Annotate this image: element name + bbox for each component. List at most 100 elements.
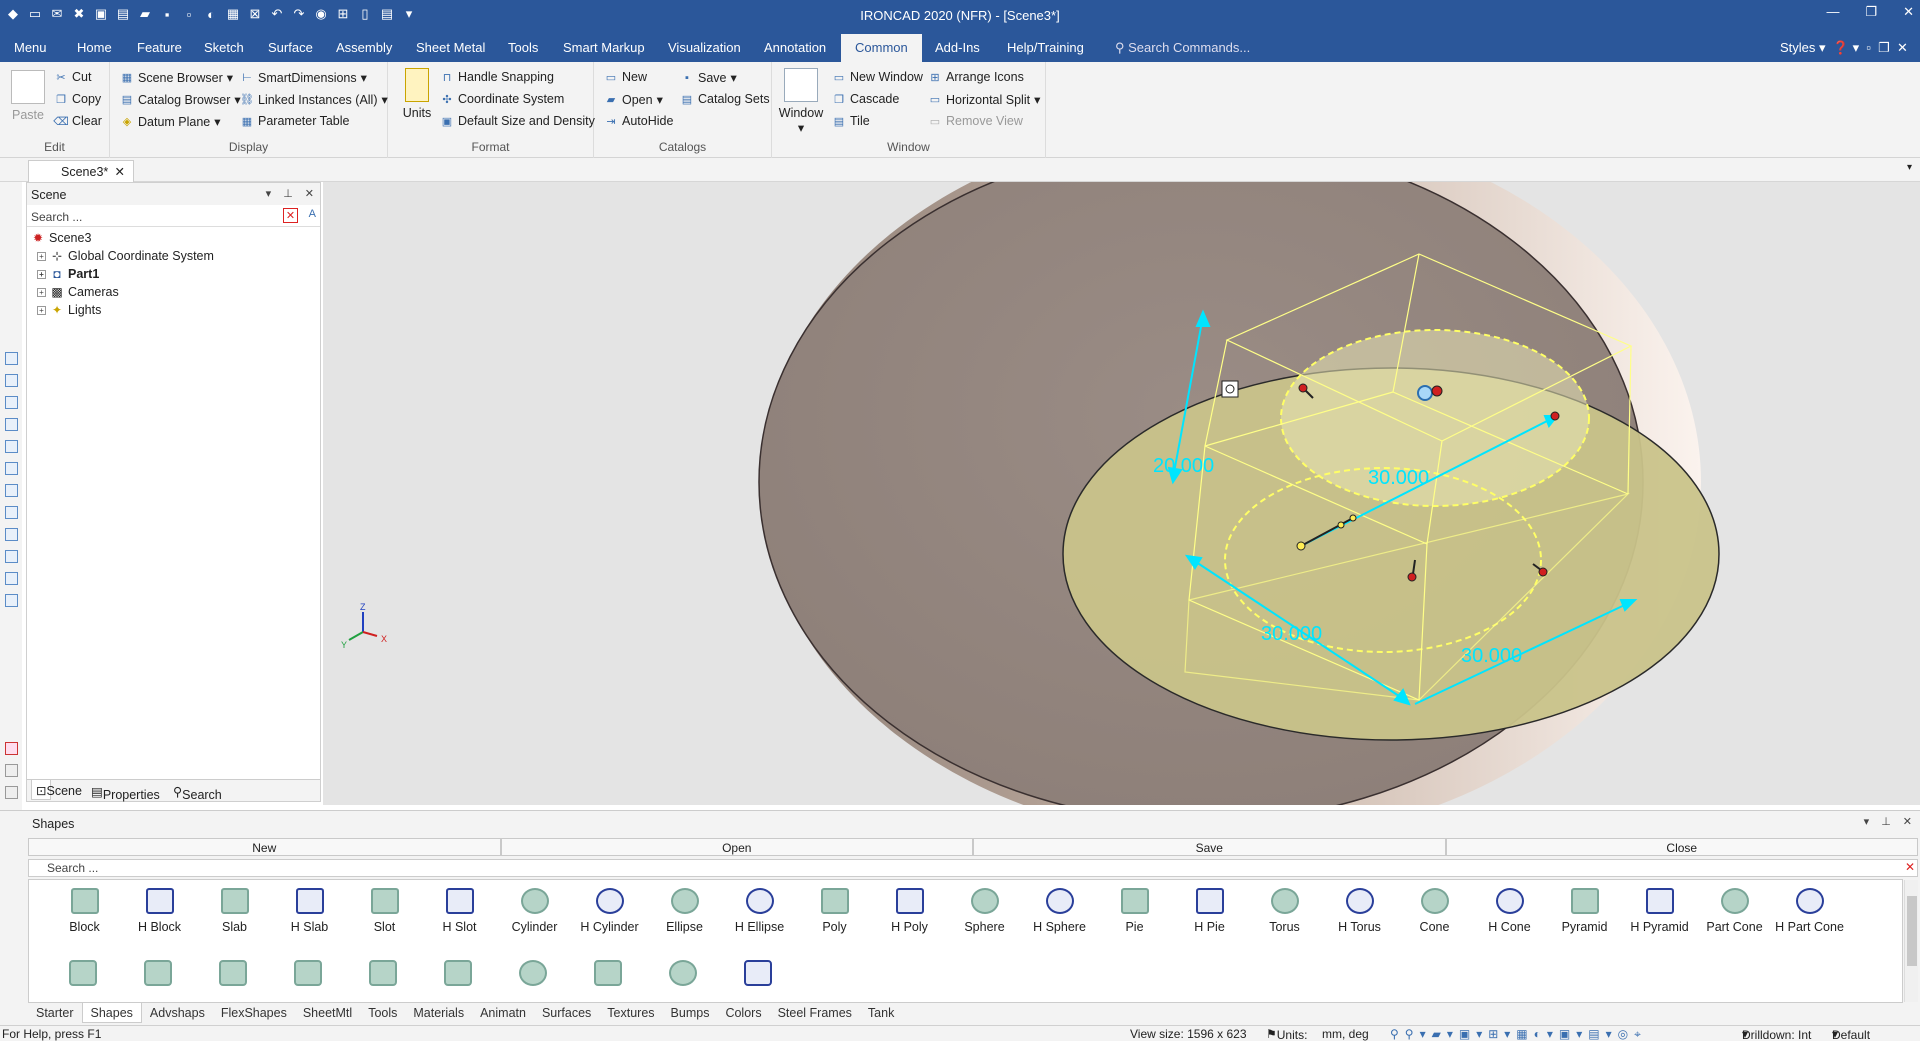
- tree-item-global-coordinate-system[interactable]: + ⊹ Global Coordinate System: [37, 249, 214, 263]
- tab-common[interactable]: Common: [841, 34, 922, 62]
- catalog-open-button[interactable]: Open: [500, 838, 973, 856]
- tab-surface[interactable]: Surface: [268, 40, 313, 55]
- scene-browser-button[interactable]: ▦ Scene Browser ▾: [120, 70, 233, 86]
- view-tool-2-icon[interactable]: [5, 374, 18, 387]
- right-dimension-value[interactable]: 30.000: [1461, 645, 1522, 667]
- advanced-shape-3-icon[interactable]: [219, 960, 247, 986]
- shape-item-slab[interactable]: Slab: [197, 888, 272, 934]
- style-dropdown[interactable]: Default ▾: [1832, 1027, 1870, 1042]
- shape-item-h-slot[interactable]: H Slot: [422, 888, 497, 934]
- tab-help-training[interactable]: Help/Training: [1007, 40, 1084, 55]
- category-tab-steel-frames[interactable]: Steel Frames: [770, 1003, 860, 1023]
- sketch-tool-2-icon[interactable]: [5, 764, 18, 777]
- category-tab-flexshapes[interactable]: FlexShapes: [213, 1003, 295, 1023]
- shape-item-h-block[interactable]: H Block: [122, 888, 197, 934]
- category-tab-bumps[interactable]: Bumps: [663, 1003, 718, 1023]
- expand-icon[interactable]: +: [37, 305, 46, 315]
- sketch-tool-3-icon[interactable]: [5, 786, 18, 799]
- shape-item-pyramid[interactable]: Pyramid: [1547, 888, 1622, 934]
- autohide-button[interactable]: ⇥ AutoHide: [604, 114, 673, 128]
- drilldown-dropdown[interactable]: Drilldown: Int ▾: [1742, 1027, 1811, 1042]
- viewport-canvas[interactable]: 20.000 30.000 30.000 30.000 Z Y X: [323, 182, 1920, 805]
- tree-item-lights[interactable]: + ✦ Lights: [37, 303, 101, 317]
- catalog-close-button[interactable]: Close: [1445, 838, 1918, 856]
- shapes-search-input[interactable]: Search ... ✕: [28, 859, 1918, 877]
- clear-button[interactable]: ⌫ Clear: [53, 114, 102, 128]
- shape-item-sphere[interactable]: Sphere: [947, 888, 1022, 934]
- parameter-table-button[interactable]: ▦ Parameter Table: [240, 114, 350, 128]
- scene-search-input[interactable]: Search ... ✕ A: [27, 207, 320, 227]
- units-button[interactable]: Units: [400, 68, 434, 120]
- expand-icon[interactable]: +: [37, 269, 46, 279]
- advanced-shape-6-icon[interactable]: [444, 960, 472, 986]
- paste-button[interactable]: Paste: [8, 70, 48, 122]
- tab-list-icon[interactable]: ▾: [1907, 162, 1912, 173]
- shape-item-h-poly[interactable]: H Poly: [872, 888, 947, 934]
- category-tab-animatn[interactable]: Animatn: [472, 1003, 534, 1023]
- expand-icon[interactable]: +: [37, 251, 46, 261]
- view-tool-7-icon[interactable]: [5, 484, 18, 497]
- shape-item-poly[interactable]: Poly: [797, 888, 872, 934]
- footer-tab-properties[interactable]: ▤ Properties: [91, 784, 160, 802]
- shape-item-ellipse[interactable]: Ellipse: [647, 888, 722, 934]
- category-tab-textures[interactable]: Textures: [599, 1003, 662, 1023]
- category-tab-starter[interactable]: Starter: [28, 1003, 82, 1023]
- clear-search-icon[interactable]: ✕: [1905, 860, 1915, 874]
- category-tab-advshaps[interactable]: Advshaps: [142, 1003, 213, 1023]
- 3d-viewport[interactable]: 20.000 30.000 30.000 30.000 Z Y X: [323, 182, 1920, 805]
- units-indicator[interactable]: ⚑ Units:: [1266, 1027, 1307, 1042]
- view-tool-12-icon[interactable]: [5, 594, 18, 607]
- shape-item-slot[interactable]: Slot: [347, 888, 422, 934]
- shape-item-h-cylinder[interactable]: H Cylinder: [572, 888, 647, 934]
- view-tool-1-icon[interactable]: [5, 352, 18, 365]
- tab-tools[interactable]: Tools: [508, 40, 538, 55]
- footer-tab-scene[interactable]: ⊡ Scene: [31, 780, 82, 800]
- shape-item-cylinder[interactable]: Cylinder: [497, 888, 572, 934]
- minimize-icon[interactable]: —: [1826, 4, 1839, 20]
- linked-instances-button[interactable]: ⛓ Linked Instances (All) ▾: [240, 92, 388, 108]
- remove-view-button[interactable]: ▭ Remove View: [928, 114, 1023, 128]
- tab-visualization[interactable]: Visualization: [668, 40, 741, 55]
- handle-snapping-button[interactable]: ⊓ Handle Snapping: [440, 70, 554, 84]
- document-tab-scene3[interactable]: Scene3* ✕: [28, 160, 134, 182]
- shape-item-part-cone[interactable]: Part Cone: [1697, 888, 1772, 934]
- tab-assembly[interactable]: Assembly: [336, 40, 392, 55]
- footer-tab-search[interactable]: ⚲ Search: [173, 784, 222, 802]
- shape-item-pie[interactable]: Pie: [1097, 888, 1172, 934]
- advanced-shape-10-icon[interactable]: [744, 960, 772, 986]
- advanced-shape-1-icon[interactable]: [69, 960, 97, 986]
- category-tab-materials[interactable]: Materials: [405, 1003, 472, 1023]
- category-tab-tools[interactable]: Tools: [360, 1003, 405, 1023]
- tile-button[interactable]: ▤ Tile: [832, 114, 870, 128]
- category-tab-surfaces[interactable]: Surfaces: [534, 1003, 599, 1023]
- shape-item-h-sphere[interactable]: H Sphere: [1022, 888, 1097, 934]
- scrollbar-thumb[interactable]: [1907, 896, 1917, 966]
- arrange-icons-button[interactable]: ⊞ Arrange Icons: [928, 70, 1023, 84]
- datum-plane-button[interactable]: ◈ Datum Plane ▾: [120, 114, 221, 130]
- tab-menu[interactable]: Menu: [14, 40, 47, 55]
- shape-item-h-torus[interactable]: H Torus: [1322, 888, 1397, 934]
- view-tool-10-icon[interactable]: [5, 550, 18, 563]
- advanced-shape-7-icon[interactable]: [519, 960, 547, 986]
- tab-smart-markup[interactable]: Smart Markup: [563, 40, 645, 55]
- left-dimension-value[interactable]: 30.000: [1261, 623, 1322, 645]
- styles-dropdown[interactable]: Styles ▾ ❓ ▾ ▫ ❐ ✕: [1780, 40, 1908, 56]
- tab-home[interactable]: Home: [77, 40, 112, 55]
- advanced-shape-9-icon[interactable]: [669, 960, 697, 986]
- panel-close-icon[interactable]: ✕: [305, 187, 314, 200]
- catalog-save-button[interactable]: ▪ Save ▾: [680, 70, 737, 86]
- advanced-shape-4-icon[interactable]: [294, 960, 322, 986]
- tab-sheet-metal[interactable]: Sheet Metal: [416, 40, 485, 55]
- view-tool-6-icon[interactable]: [5, 462, 18, 475]
- pin-icon[interactable]: ⊥: [1881, 815, 1891, 828]
- shape-item-block[interactable]: Block: [47, 888, 122, 934]
- shape-item-torus[interactable]: Torus: [1247, 888, 1322, 934]
- coordinate-system-button[interactable]: ✣ Coordinate System: [440, 92, 564, 106]
- view-tool-4-icon[interactable]: [5, 418, 18, 431]
- search-commands-input[interactable]: ⚲ Search Commands...: [1115, 40, 1250, 56]
- view-tool-3-icon[interactable]: [5, 396, 18, 409]
- catalog-new-button[interactable]: New: [28, 838, 501, 856]
- category-tab-shapes[interactable]: Shapes: [81, 1003, 142, 1023]
- catalog-open-button[interactable]: ▰ Open ▾: [604, 92, 663, 108]
- new-window-button[interactable]: ▭ New Window: [832, 70, 923, 84]
